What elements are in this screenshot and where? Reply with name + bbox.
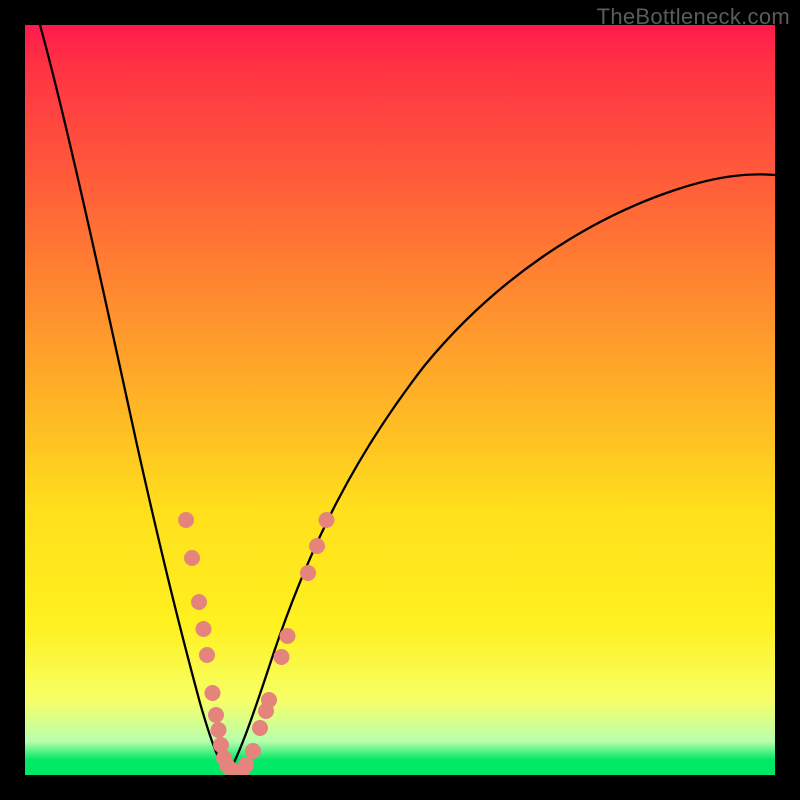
marker-dot xyxy=(252,720,268,736)
marker-dot xyxy=(319,512,335,528)
marker-dot xyxy=(274,649,290,665)
marker-dot xyxy=(199,647,215,663)
marker-dot xyxy=(238,757,254,773)
marker-dot xyxy=(280,628,296,644)
marker-dot xyxy=(208,707,224,723)
marker-dot xyxy=(211,722,227,738)
watermark-text: TheBottleneck.com xyxy=(597,4,790,30)
marker-dot xyxy=(191,594,207,610)
curve-right xyxy=(228,174,776,775)
marker-dot xyxy=(309,538,325,554)
marker-group-left xyxy=(178,512,245,775)
curve-left xyxy=(40,25,228,775)
marker-dot xyxy=(261,692,277,708)
chart-svg xyxy=(25,25,775,775)
marker-group-right xyxy=(234,512,335,775)
marker-dot xyxy=(300,565,316,581)
marker-dot xyxy=(245,743,261,759)
marker-dot xyxy=(205,685,221,701)
marker-dot xyxy=(178,512,194,528)
marker-dot xyxy=(196,621,212,637)
marker-dot xyxy=(184,550,200,566)
chart-frame: TheBottleneck.com xyxy=(0,0,800,800)
chart-plot-area xyxy=(25,25,775,775)
